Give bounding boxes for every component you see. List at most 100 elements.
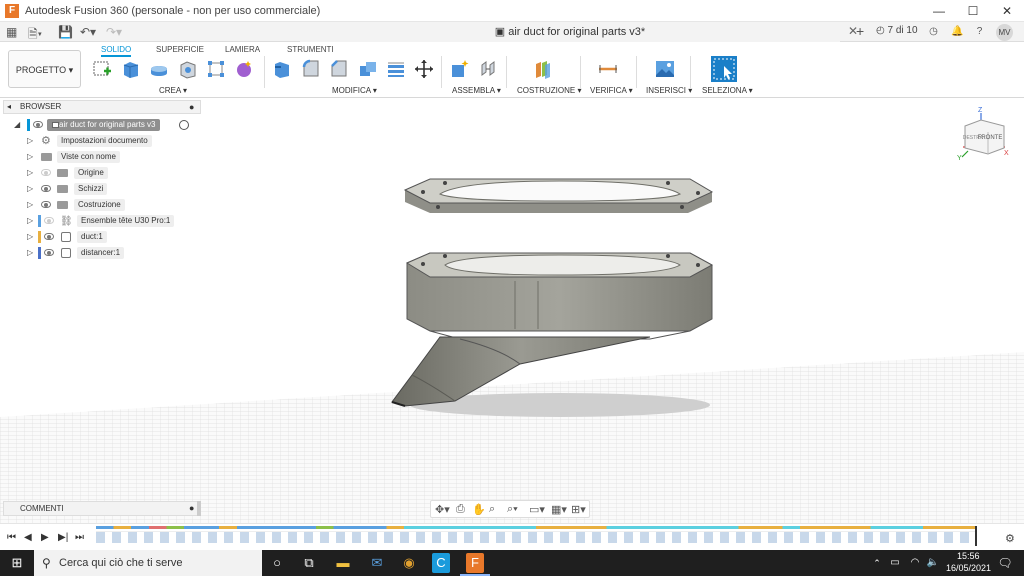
joint-icon[interactable] <box>479 59 499 79</box>
tree-item-ensemble[interactable]: ▷ ⛓ Ensemble tête U30 Pro:1 <box>0 214 203 228</box>
document-tab[interactable]: ▣ air duct for original parts v3* <box>300 22 840 42</box>
shell-icon[interactable] <box>358 59 378 79</box>
new-component-icon[interactable] <box>450 59 470 79</box>
zoom-icon[interactable]: ⌕ <box>489 503 495 516</box>
save-icon[interactable]: 💾 <box>58 25 73 39</box>
tree-item-distancer[interactable]: ▷ distancer:1 <box>0 246 203 260</box>
avatar[interactable]: MV <box>996 24 1013 41</box>
visibility-icon[interactable] <box>44 217 54 224</box>
file-explorer-icon[interactable]: ▬ <box>332 553 354 573</box>
grid-menu-icon[interactable]: ▦ <box>6 25 17 39</box>
activate-radio-icon[interactable] <box>179 120 189 130</box>
tree-root[interactable]: ◢ air duct for original parts v3 <box>0 118 203 132</box>
modifica-menu[interactable]: MODIFICA ▾ <box>332 86 377 95</box>
visibility-icon[interactable] <box>33 121 43 128</box>
fit-icon[interactable]: ⌕▾ <box>507 503 518 516</box>
new-tab-button[interactable]: + <box>856 23 864 39</box>
cura-app-icon[interactable]: C <box>432 553 450 573</box>
task-view-icon[interactable]: ⧉ <box>298 553 320 573</box>
expand-icon[interactable]: ▷ <box>27 166 33 180</box>
move-icon[interactable] <box>414 59 434 79</box>
tree-item-document-settings[interactable]: ▷ ⚙ Impostazioni documento <box>0 134 203 148</box>
distancer-part[interactable] <box>403 178 714 213</box>
loft-icon[interactable] <box>206 59 226 79</box>
assembla-menu[interactable]: ASSEMBLA ▾ <box>452 86 501 95</box>
expand-icon[interactable]: ▷ <box>27 198 33 212</box>
expand-icon[interactable]: ▷ <box>27 182 33 196</box>
pan-icon[interactable]: ✋ <box>472 503 486 516</box>
expand-icon[interactable]: ▷ <box>27 214 33 228</box>
expand-icon[interactable]: ▷ <box>27 150 33 164</box>
visibility-icon[interactable] <box>44 233 54 240</box>
design-workspace-button[interactable]: PROGETTO ▾ <box>8 50 81 88</box>
create-form-icon[interactable] <box>234 59 254 79</box>
comments-panel[interactable]: COMMENTI ● <box>3 501 201 516</box>
cortana-icon[interactable]: ○ <box>266 553 288 573</box>
tab-lamiera[interactable]: LAMIERA <box>225 45 260 54</box>
create-sketch-icon[interactable] <box>92 59 112 79</box>
clock-time[interactable]: 15:56 <box>957 551 980 561</box>
expand-icon[interactable]: ▷ <box>27 230 33 244</box>
tree-item-duct[interactable]: ▷ duct:1 <box>0 230 203 244</box>
select-icon[interactable] <box>711 56 737 82</box>
visibility-icon[interactable] <box>41 185 51 192</box>
costruzione-menu[interactable]: COSTRUZIONE ▾ <box>517 86 581 95</box>
press-pull-icon[interactable] <box>272 59 292 79</box>
clock-date[interactable]: 16/05/2021 <box>946 563 991 573</box>
sweep-icon[interactable] <box>178 59 198 79</box>
play-icon[interactable]: ▶ <box>41 532 49 543</box>
step-forward-icon[interactable]: ▶| <box>58 532 68 543</box>
tab-superficie[interactable]: SUPERFICIE <box>156 45 204 54</box>
redo-icon[interactable]: ↷▾ <box>106 25 122 39</box>
fillet-icon[interactable] <box>301 59 321 79</box>
collapse-handle[interactable] <box>197 501 201 516</box>
visibility-icon[interactable] <box>41 169 51 176</box>
measure-icon[interactable] <box>598 59 618 79</box>
seleziona-menu[interactable]: SELEZIONA ▾ <box>702 86 753 95</box>
timeline-features[interactable] <box>96 531 976 543</box>
job-status[interactable]: ◴ 7 di 10 <box>876 25 918 36</box>
fusion-taskbar-icon[interactable]: F <box>466 553 484 573</box>
insert-image-icon[interactable] <box>655 59 675 79</box>
notification-center-icon[interactable]: 🗨 <box>994 553 1016 573</box>
chrome-icon[interactable]: ◉ <box>398 553 420 573</box>
minimize-button[interactable]: — <box>922 0 956 22</box>
visibility-icon[interactable] <box>41 201 51 208</box>
go-to-end-icon[interactable]: ⏭ <box>75 532 84 543</box>
mail-icon[interactable]: ✉ <box>366 553 388 573</box>
tree-item-sketches[interactable]: ▷ Schizzi <box>0 182 203 196</box>
tab-strumenti[interactable]: STRUMENTI <box>287 45 334 54</box>
display-settings-icon[interactable]: ▭▾ <box>529 503 545 516</box>
verifica-menu[interactable]: VERIFICA ▾ <box>590 86 633 95</box>
tree-item-named-views[interactable]: ▷ Viste con nome <box>0 150 203 164</box>
grid-settings-icon[interactable]: ▦▾ <box>551 503 567 516</box>
inserisci-menu[interactable]: INSERISCI ▾ <box>646 86 692 95</box>
volume-icon[interactable]: 🔈 <box>922 553 944 573</box>
expand-icon[interactable]: ▷ <box>27 134 33 148</box>
pin-icon[interactable]: ● <box>189 502 194 515</box>
timeline-settings-icon[interactable]: ⚙ <box>1005 532 1015 545</box>
clock-icon[interactable]: ◷ <box>926 24 941 39</box>
combine-icon[interactable] <box>386 59 406 79</box>
taskbar-search[interactable]: ⚲ Cerca qui ciò che ti serve <box>34 550 262 576</box>
undo-icon[interactable]: ↶▾ <box>80 25 96 39</box>
step-back-icon[interactable]: ◀ <box>24 532 32 543</box>
extrude-icon[interactable] <box>121 59 141 79</box>
viewports-icon[interactable]: ⊞▾ <box>571 503 586 516</box>
expand-icon[interactable]: ◢ <box>14 118 20 132</box>
collapse-icon[interactable]: ◂ <box>7 101 11 113</box>
tree-item-construction[interactable]: ▷ Costruzione <box>0 198 203 212</box>
close-button[interactable]: ✕ <box>990 0 1024 22</box>
pin-icon[interactable]: ● <box>189 101 194 113</box>
expand-icon[interactable]: ▷ <box>27 246 33 260</box>
offset-plane-icon[interactable] <box>533 59 553 79</box>
notifications-icon[interactable]: 🔔 <box>950 24 965 39</box>
chamfer-icon[interactable] <box>329 59 349 79</box>
revolve-icon[interactable] <box>149 59 169 79</box>
browser-header[interactable]: ◂ BROWSER ● <box>3 100 201 114</box>
help-icon[interactable]: ? <box>972 24 987 39</box>
look-at-icon[interactable]: ⎙ <box>456 503 465 516</box>
maximize-button[interactable]: ☐ <box>956 0 990 22</box>
network-icon[interactable]: ▭ <box>884 553 906 573</box>
tab-solido[interactable]: SOLIDO <box>101 45 132 57</box>
